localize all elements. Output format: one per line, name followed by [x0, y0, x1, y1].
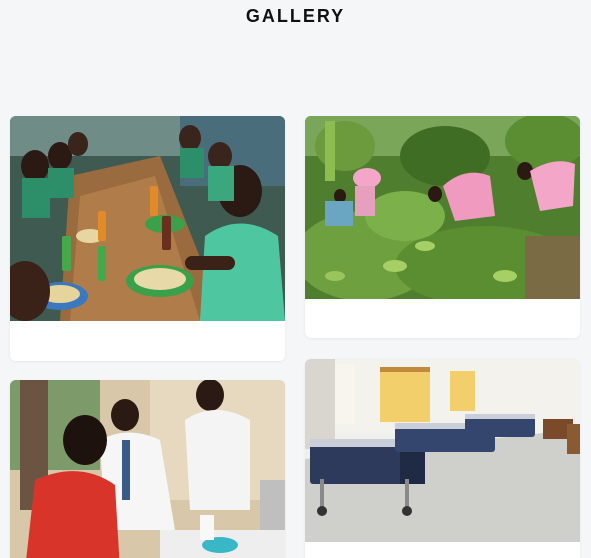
gallery-page: GALLERY	[0, 0, 591, 558]
gallery-card[interactable]	[305, 359, 580, 558]
hospital-ward-beds-photo[interactable]	[305, 359, 580, 542]
children-working-in-garden-photo[interactable]	[305, 116, 580, 299]
gallery-card[interactable]	[10, 116, 285, 361]
children-eating-meal-photo[interactable]	[10, 116, 285, 321]
medical-examination-photo[interactable]	[10, 380, 285, 558]
gallery-card[interactable]	[305, 116, 580, 338]
gallery-card[interactable]	[10, 380, 285, 558]
gallery-title: GALLERY	[245, 6, 346, 26]
